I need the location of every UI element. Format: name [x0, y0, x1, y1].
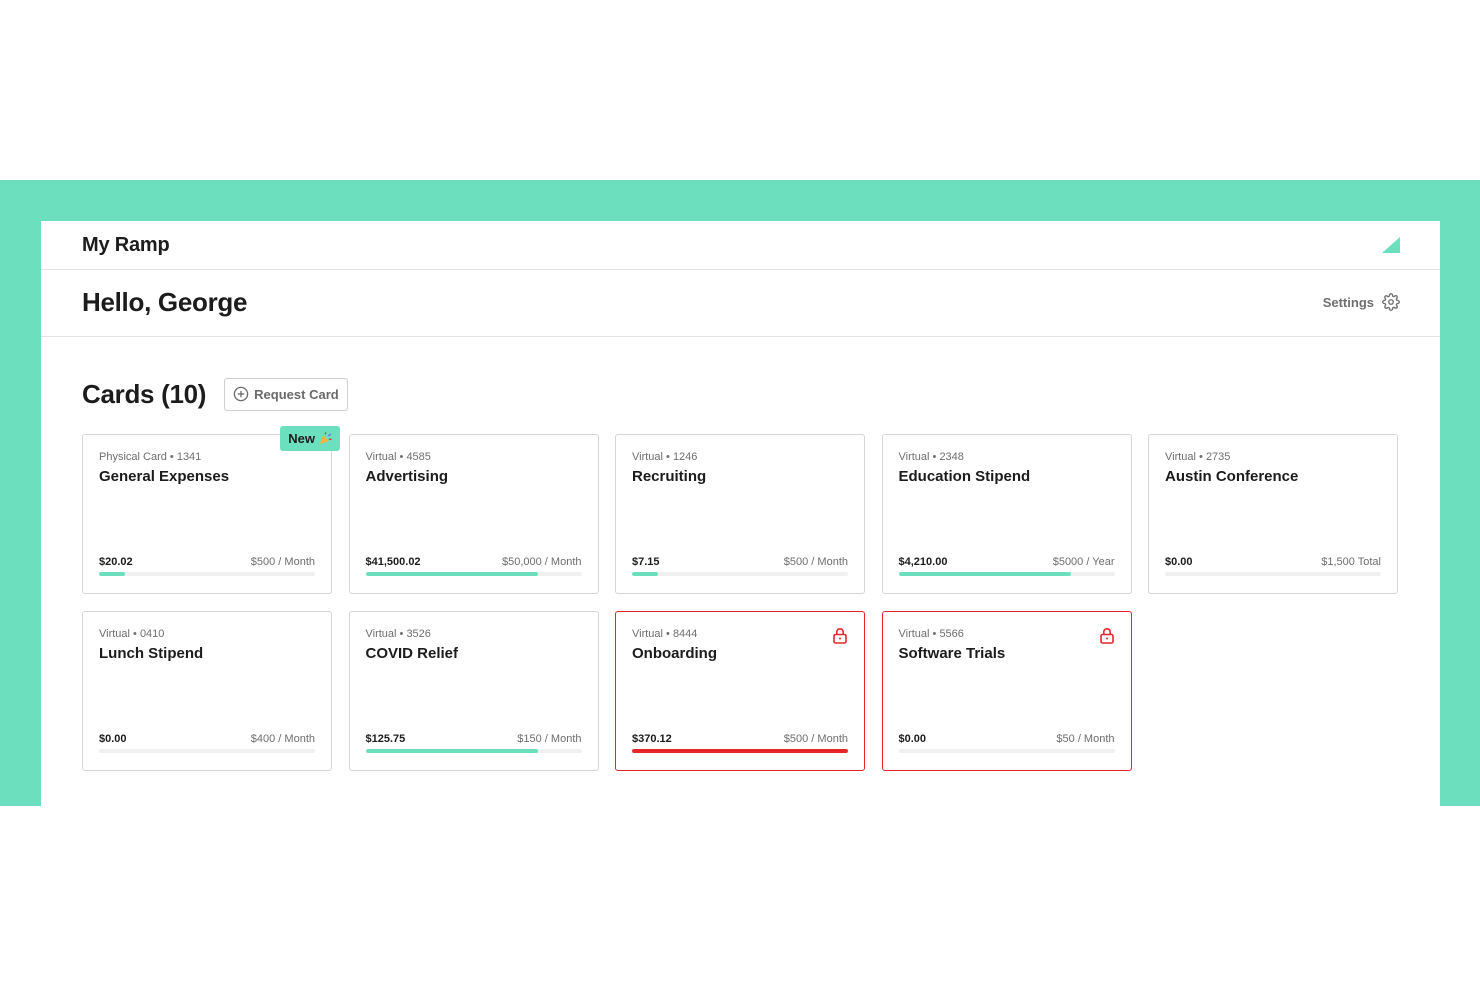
card-limit: $1,500 Total — [1321, 556, 1381, 568]
card-name: Austin Conference — [1165, 468, 1299, 485]
card-name: Software Trials — [898, 645, 1006, 662]
lock-icon — [833, 628, 847, 644]
card-spent: $0.00 — [898, 733, 927, 745]
card-limit: $50,000 / Month — [501, 556, 582, 568]
main-content: Cards (10) Request Card Physical Card • … — [41, 337, 1440, 771]
card-name: Education Stipend — [898, 468, 1031, 485]
card-meta: Virtual • 8444 — [632, 628, 698, 640]
card-spent: $20.02 — [99, 556, 133, 568]
card-covid-relief[interactable]: Virtual • 3526 COVID Relief $125.75 $150… — [348, 611, 599, 771]
card-meta: Physical Card • 1341 — [99, 451, 202, 463]
card-spent: $370.12 — [632, 733, 672, 745]
request-card-button[interactable]: Request Card — [224, 377, 348, 411]
spend-progress-bar — [365, 749, 582, 753]
spend-progress-fill — [99, 572, 125, 576]
card-advertising[interactable]: Virtual • 4585 Advertising $41,500.02 $5… — [348, 434, 599, 594]
cards-grid: Physical Card • 1341 General Expenses Ne… — [82, 426, 1399, 771]
settings-button[interactable]: Settings — [1323, 293, 1400, 311]
card-name: Onboarding — [632, 645, 717, 662]
card-limit: $500 / Month — [783, 733, 848, 745]
greeting-bar: Hello, George Settings — [41, 270, 1440, 337]
spend-progress-fill — [365, 749, 539, 753]
card-recruiting[interactable]: Virtual • 1246 Recruiting $7.15 $500 / M… — [615, 434, 865, 594]
spend-progress-fill — [632, 572, 658, 576]
spend-progress-bar — [898, 749, 1115, 753]
card-spent: $4,210.00 — [898, 556, 948, 568]
card-name: Recruiting — [632, 468, 707, 485]
new-badge-label: New — [288, 431, 315, 446]
card-lunch-stipend[interactable]: Virtual • 0410 Lunch Stipend $0.00 $400 … — [82, 611, 332, 771]
card-limit: $50 / Month — [1056, 733, 1115, 745]
card-onboarding[interactable]: Virtual • 8444 Onboarding $370.12 $500 /… — [615, 611, 865, 771]
card-meta: Virtual • 1246 — [632, 451, 698, 463]
settings-label: Settings — [1322, 294, 1374, 310]
ramp-logo-icon[interactable] — [1382, 237, 1400, 253]
page-title: Hello, George — [82, 286, 248, 317]
cards-header: Cards (10) Request Card — [82, 377, 1399, 411]
new-badge: New — [280, 426, 340, 451]
spend-progress-bar — [99, 572, 315, 576]
spend-progress-fill — [898, 572, 1072, 576]
request-card-label: Request Card — [254, 386, 339, 402]
spend-progress-bar — [632, 749, 848, 753]
card-austin-conference[interactable]: Virtual • 2735 Austin Conference $0.00 $… — [1148, 434, 1398, 594]
card-spent: $125.75 — [365, 733, 406, 745]
spend-progress-fill — [632, 749, 848, 753]
card-spent: $0.00 — [1165, 556, 1193, 568]
card-name: COVID Relief — [365, 645, 459, 662]
card-spent: $7.15 — [632, 556, 660, 568]
card-limit: $5000 / Year — [1052, 556, 1115, 568]
card-spent: $0.00 — [99, 733, 127, 745]
card-name: Lunch Stipend — [99, 645, 204, 662]
spend-progress-bar — [898, 572, 1115, 576]
card-education-stipend[interactable]: Virtual • 2348 Education Stipend $4,210.… — [881, 434, 1132, 594]
spend-progress-fill — [365, 572, 539, 576]
spend-progress-bar — [99, 749, 315, 753]
spend-progress-bar — [365, 572, 582, 576]
top-bar: My Ramp — [41, 221, 1440, 270]
spend-progress-bar — [1165, 572, 1381, 576]
card-limit: $150 / Month — [517, 733, 582, 745]
card-software-trials[interactable]: Virtual • 5566 Software Trials $0.00 $50… — [881, 611, 1132, 771]
card-meta: Virtual • 3526 — [365, 628, 431, 640]
card-meta: Virtual • 4585 — [365, 451, 431, 463]
card-limit: $500 / Month — [783, 556, 848, 568]
card-spent: $41,500.02 — [365, 556, 421, 568]
app-window: My Ramp Hello, George Settings Cards (10… — [41, 221, 1440, 806]
app-title: My Ramp — [82, 233, 170, 256]
card-general-expenses[interactable]: Physical Card • 1341 General Expenses Ne… — [82, 426, 340, 594]
spend-progress-bar — [632, 572, 848, 576]
card-name: Advertising — [365, 468, 449, 485]
card-meta: Virtual • 5566 — [898, 628, 964, 640]
gear-icon — [1382, 293, 1400, 311]
lock-icon — [1099, 628, 1114, 644]
card-limit: $400 / Month — [250, 733, 315, 745]
card-limit: $500 / Month — [250, 556, 315, 568]
card-meta: Virtual • 2735 — [1165, 451, 1231, 463]
card-meta: Virtual • 2348 — [898, 451, 964, 463]
plus-circle-icon — [233, 386, 249, 402]
cards-title: Cards (10) — [82, 378, 207, 409]
card-name: General Expenses — [99, 468, 230, 485]
card-meta: Virtual • 0410 — [99, 628, 165, 640]
party-popper-icon — [320, 432, 332, 444]
